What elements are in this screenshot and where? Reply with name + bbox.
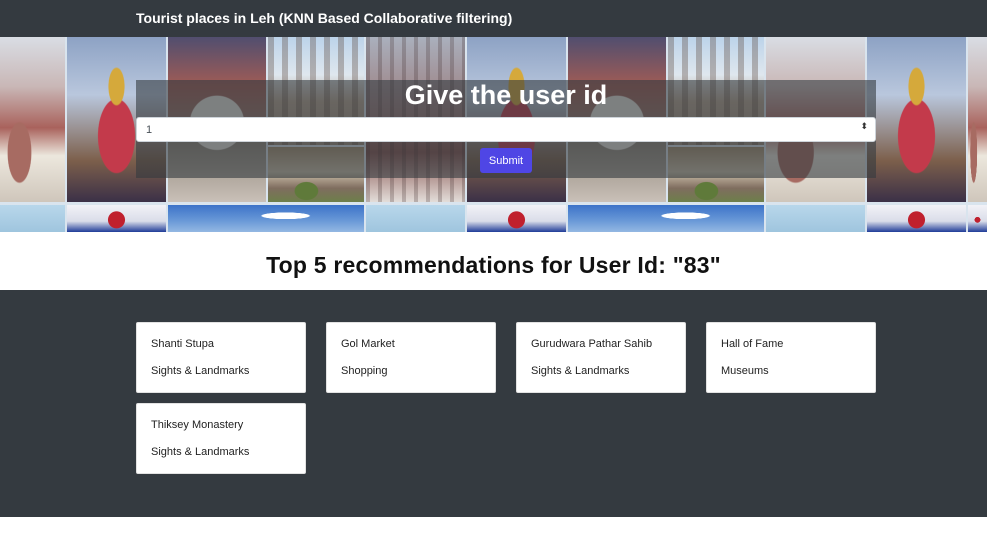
recommendation-card[interactable]: Shanti Stupa Sights & Landmarks xyxy=(136,322,306,393)
recommendation-card[interactable]: Hall of Fame Museums xyxy=(706,322,876,393)
banner-image xyxy=(0,205,65,232)
banner-image xyxy=(67,205,166,232)
select-arrows-icon: ⬍ xyxy=(860,121,868,131)
banner-image xyxy=(0,37,65,202)
place-name: Gurudwara Pathar Sahib xyxy=(531,338,653,350)
place-category: Sights & Landmarks xyxy=(151,365,250,377)
navbar-brand[interactable]: Tourist places in Leh (KNN Based Collabo… xyxy=(136,10,512,26)
banner-image xyxy=(867,205,966,232)
banner-image xyxy=(366,205,465,232)
place-category: Sights & Landmarks xyxy=(151,446,250,458)
place-name: Thiksey Monastery xyxy=(151,419,244,431)
place-category: Museums xyxy=(721,365,769,377)
banner-image xyxy=(168,205,364,232)
place-category: Shopping xyxy=(341,365,388,377)
recommendation-card[interactable]: Gol Market Shopping xyxy=(326,322,496,393)
submit-button[interactable]: Submit xyxy=(480,148,532,173)
banner-image xyxy=(968,37,987,202)
banner-image xyxy=(968,205,987,232)
recommendation-card[interactable]: Gurudwara Pathar Sahib Sights & Landmark… xyxy=(516,322,686,393)
recommendations-heading: Top 5 recommendations for User Id: "83" xyxy=(266,252,721,278)
place-name: Gol Market xyxy=(341,338,395,350)
user-id-select[interactable]: 1 ⬍ xyxy=(136,117,876,142)
recommendation-card[interactable]: Thiksey Monastery Sights & Landmarks xyxy=(136,403,306,474)
recommendations-section: Shanti Stupa Sights & Landmarks Gol Mark… xyxy=(0,290,987,517)
user-id-select-value: 1 xyxy=(146,124,153,136)
banner-image xyxy=(867,37,966,202)
banner-image xyxy=(568,205,764,232)
navbar: Tourist places in Leh (KNN Based Collabo… xyxy=(0,0,987,37)
form-title: Give the user id xyxy=(404,80,608,110)
banner-image xyxy=(766,205,865,232)
place-name: Hall of Fame xyxy=(721,338,784,350)
place-category: Sights & Landmarks xyxy=(531,365,630,377)
hero-banner: Give the user id 1 ⬍ Submit xyxy=(0,37,987,232)
banner-image xyxy=(467,205,566,232)
place-name: Shanti Stupa xyxy=(151,338,214,350)
